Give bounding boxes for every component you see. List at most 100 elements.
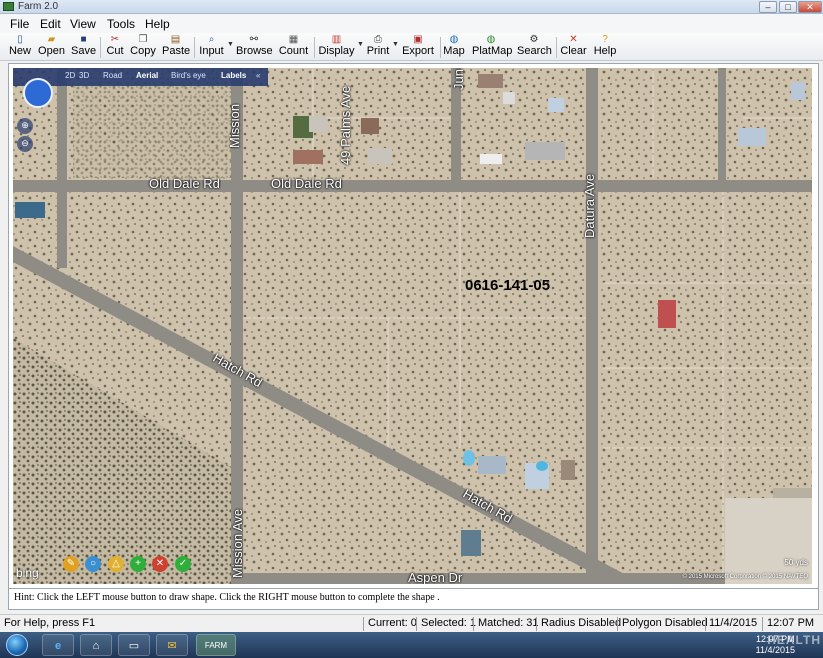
status-separator bbox=[617, 617, 618, 631]
watermark: HEALTH bbox=[767, 633, 821, 647]
toolbar-separator bbox=[314, 37, 315, 58]
street-label: Aspen Dr bbox=[408, 570, 463, 584]
count-button[interactable]: ▦ Count bbox=[278, 34, 309, 60]
copy-button[interactable]: ❐ Copy bbox=[130, 34, 156, 60]
east-road bbox=[718, 68, 726, 186]
status-current: Current: 0 bbox=[368, 617, 417, 629]
view-aerial-tab[interactable]: Aerial bbox=[136, 71, 158, 80]
farm-taskbar-icon[interactable]: FARM bbox=[196, 634, 236, 656]
view-2d-tab[interactable]: 2D bbox=[65, 71, 75, 80]
map-button[interactable]: ◍ Map bbox=[443, 34, 465, 60]
clear-icon: ✕ bbox=[569, 34, 578, 45]
chart-icon: ▥ bbox=[331, 34, 342, 45]
print-dropdown-icon[interactable]: ▼ bbox=[392, 41, 399, 48]
status-separator bbox=[363, 617, 364, 631]
search-button[interactable]: ⚙ Search bbox=[517, 34, 552, 60]
print-button[interactable]: ⎙ Print bbox=[366, 34, 390, 60]
help-icon: ? bbox=[602, 34, 608, 45]
status-separator bbox=[536, 617, 537, 631]
input-icon: ⌕ bbox=[208, 34, 215, 45]
input-dropdown-icon[interactable]: ▼ bbox=[227, 41, 234, 48]
street-label: Mission bbox=[227, 103, 242, 148]
status-matched: Matched: 31 bbox=[478, 617, 539, 629]
display-button[interactable]: ▥ Display bbox=[318, 34, 355, 60]
scale-bar: 50 yds bbox=[784, 558, 808, 567]
clear-button[interactable]: ✕ Clear bbox=[560, 34, 587, 60]
status-bar: For Help, press F1 Current: 0 Selected: … bbox=[0, 614, 823, 632]
browse-button[interactable]: ⚯ Browse bbox=[236, 34, 273, 60]
platmap-icon: ◍ bbox=[486, 34, 496, 45]
platmap-button[interactable]: ◍ PlatMap bbox=[472, 34, 512, 60]
export-icon: ▣ bbox=[413, 34, 423, 45]
menu-help[interactable]: Help bbox=[145, 17, 170, 31]
view-road-tab[interactable]: Road bbox=[103, 71, 122, 80]
computer-taskbar-icon[interactable]: ▭ bbox=[118, 634, 150, 656]
confirm-icon[interactable]: ✓ bbox=[175, 556, 191, 572]
collapse-icon[interactable]: « bbox=[256, 71, 260, 80]
pencil-icon[interactable]: ✎ bbox=[63, 556, 79, 572]
start-button[interactable] bbox=[6, 634, 28, 656]
printer-icon: ⎙ bbox=[374, 34, 382, 45]
street-label: 49 Palms Ave bbox=[338, 85, 353, 165]
outlook-taskbar-icon[interactable]: ✉ bbox=[156, 634, 188, 656]
street-label: Datura Ave bbox=[582, 173, 597, 238]
menu-tools[interactable]: Tools bbox=[107, 17, 135, 31]
export-button[interactable]: ▣ Export bbox=[401, 34, 435, 60]
window-title: Farm 2.0 bbox=[18, 1, 59, 12]
menu-bar: File Edit View Tools Help bbox=[0, 14, 823, 33]
menu-view[interactable]: View bbox=[70, 17, 96, 31]
cut-button[interactable]: ✂ Cut bbox=[105, 34, 125, 60]
open-button[interactable]: ▰ Open bbox=[38, 34, 65, 60]
pan-compass-icon[interactable] bbox=[23, 78, 53, 108]
status-separator bbox=[762, 617, 763, 631]
browser-taskbar-icon[interactable]: e bbox=[42, 634, 74, 656]
save-button[interactable]: ■ Save bbox=[71, 34, 96, 60]
help-button[interactable]: ? Help bbox=[593, 34, 617, 60]
labels-toggle[interactable]: Labels bbox=[221, 71, 246, 80]
maximize-button[interactable]: □ bbox=[779, 1, 797, 13]
display-dropdown-icon[interactable]: ▼ bbox=[357, 41, 364, 48]
datura-ave-road bbox=[586, 68, 598, 584]
circle-tool-icon[interactable]: ○ bbox=[85, 556, 101, 572]
cancel-icon[interactable]: ✕ bbox=[152, 556, 168, 572]
street-label: Mission Ave bbox=[230, 508, 245, 578]
close-button[interactable]: ✕ bbox=[798, 1, 822, 13]
minimize-button[interactable]: – bbox=[759, 1, 777, 13]
old-dale-road bbox=[13, 180, 812, 192]
new-icon: ▯ bbox=[17, 34, 23, 45]
paste-icon: ▤ bbox=[170, 34, 181, 45]
map-canvas[interactable]: 2D 3D Road Aerial Bird's eye Labels « ⊕ … bbox=[13, 68, 812, 584]
status-separator bbox=[473, 617, 474, 631]
street-label: Old Dale Rd bbox=[149, 176, 220, 191]
view-birdseye-tab[interactable]: Bird's eye bbox=[171, 71, 206, 80]
map-copyright: © 2015 Microsoft Corporation © 2015 NAVT… bbox=[682, 574, 808, 580]
input-button[interactable]: ⌕ Input bbox=[198, 34, 225, 60]
view-3d-tab[interactable]: 3D bbox=[79, 71, 89, 80]
bing-nav-bar: 2D 3D Road Aerial Bird's eye Labels « bbox=[13, 68, 268, 86]
zoom-out-icon[interactable]: ⊖ bbox=[17, 136, 33, 152]
toolbar: ▯ New ▰ Open ■ Save ✂ Cut ❐ Copy ▤ Paste… bbox=[0, 33, 823, 61]
title-bar: Farm 2.0 – □ ✕ bbox=[0, 0, 823, 14]
building-taskbar-icon[interactable]: ⌂ bbox=[80, 634, 112, 656]
new-button[interactable]: ▯ New bbox=[8, 34, 32, 60]
status-time: 12:07 PM bbox=[767, 617, 815, 629]
taskbar: e ⌂ ▭ ✉ FARM 12:07 PM 11/4/2015 bbox=[0, 632, 823, 658]
menu-file[interactable]: File bbox=[10, 17, 29, 31]
status-date: 11/4/2015 bbox=[709, 617, 758, 629]
zoom-in-icon[interactable]: ⊕ bbox=[17, 118, 33, 134]
count-icon: ▦ bbox=[288, 34, 299, 45]
app-icon bbox=[3, 2, 14, 11]
parcel-id-label: 0616-141-05 bbox=[465, 277, 551, 294]
toolbar-separator bbox=[440, 37, 441, 58]
search-icon: ⚙ bbox=[529, 34, 539, 45]
street-label: Old Dale Rd bbox=[271, 176, 342, 191]
status-polygon: Polygon Disabled bbox=[622, 617, 708, 629]
paste-button[interactable]: ▤ Paste bbox=[162, 34, 190, 60]
street-label: Jun bbox=[451, 69, 466, 90]
status-radius: Radius Disabled bbox=[541, 617, 622, 629]
menu-edit[interactable]: Edit bbox=[40, 17, 61, 31]
status-separator bbox=[416, 617, 417, 631]
polygon-tool-icon[interactable]: △ bbox=[108, 556, 124, 572]
hint-text: Hint: Click the LEFT mouse button to dra… bbox=[8, 589, 819, 610]
add-icon[interactable]: + bbox=[130, 556, 146, 572]
